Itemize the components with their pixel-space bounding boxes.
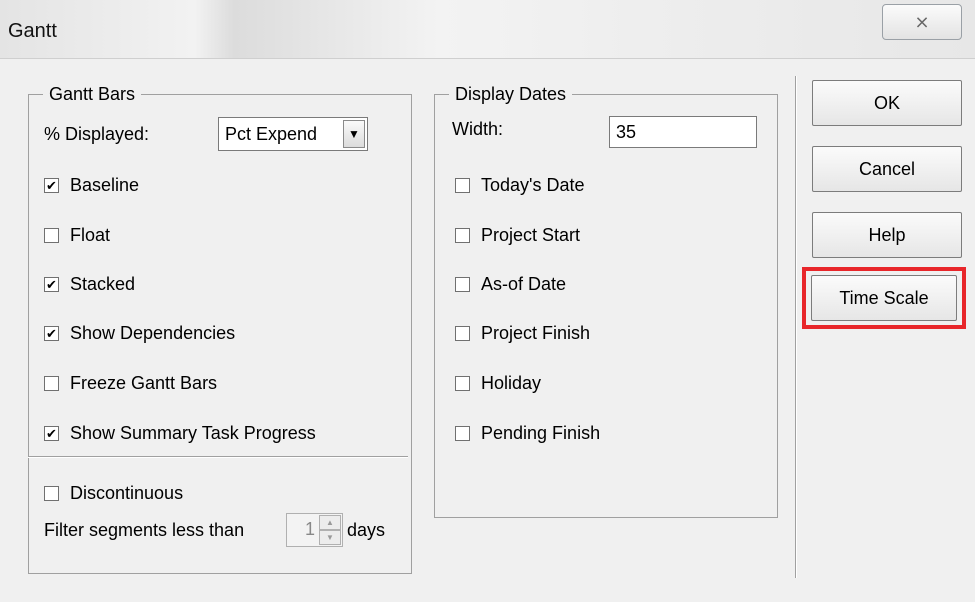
checkbox-box[interactable] — [44, 227, 59, 243]
checkbox-box[interactable]: ✔ — [44, 276, 59, 292]
display-dates-group: Display Dates — [434, 82, 778, 518]
width-input[interactable]: 35 — [609, 116, 757, 148]
checkbox-box[interactable] — [455, 375, 470, 391]
close-button[interactable]: ⨯ — [882, 4, 962, 40]
checkbox-box[interactable]: ✔ — [44, 425, 59, 441]
checkbox-label: Baseline — [70, 174, 140, 195]
checkbox-box[interactable]: ✔ — [44, 177, 59, 193]
title-bar: Gantt ⨯ — [0, 0, 975, 59]
checkbox-label: Project Start — [481, 224, 581, 245]
window-title: Gantt — [8, 20, 57, 42]
filter-segments-label: Filter segments less than — [44, 520, 245, 540]
holiday-checkbox[interactable]: Holiday — [455, 371, 541, 395]
pending-finish-checkbox[interactable]: Pending Finish — [455, 421, 600, 445]
as-of-date-checkbox[interactable]: As-of Date — [455, 272, 566, 296]
width-label: Width: — [452, 119, 504, 139]
checkbox-label: As-of Date — [481, 273, 567, 294]
checkbox-label: Show Dependencies — [70, 322, 236, 343]
gantt-bars-legend: Gantt Bars — [43, 82, 142, 106]
checkbox-label: Freeze Gantt Bars — [70, 372, 218, 393]
baseline-checkbox[interactable]: ✔ Baseline — [44, 173, 139, 197]
pct-displayed-label: % Displayed: — [44, 124, 150, 144]
time-scale-button[interactable]: Time Scale — [811, 275, 957, 321]
checkbox-label: Today's Date — [481, 174, 585, 195]
freeze-gantt-bars-checkbox[interactable]: Freeze Gantt Bars — [44, 371, 217, 395]
show-summary-task-progress-checkbox[interactable]: ✔ Show Summary Task Progress — [44, 421, 316, 445]
project-start-checkbox[interactable]: Project Start — [455, 223, 580, 247]
help-button[interactable]: Help — [812, 212, 962, 258]
dropdown-arrow-icon[interactable]: ▼ — [343, 120, 365, 148]
project-finish-checkbox[interactable]: Project Finish — [455, 321, 590, 345]
button-column-separator — [795, 76, 797, 578]
filter-segments-spinner[interactable]: 1 ▲ ▼ — [286, 513, 343, 547]
checkbox-box[interactable] — [455, 276, 470, 292]
spin-down-icon[interactable]: ▼ — [319, 530, 341, 545]
close-icon: ⨯ — [914, 11, 930, 32]
ok-button[interactable]: OK — [812, 80, 962, 126]
checkbox-box[interactable] — [44, 485, 59, 501]
discontinuous-checkbox[interactable]: Discontinuous — [44, 481, 183, 505]
gantt-bars-separator — [28, 456, 408, 458]
checkbox-box[interactable] — [44, 375, 59, 391]
spin-up-icon[interactable]: ▲ — [319, 515, 341, 530]
checkbox-label: Holiday — [481, 372, 542, 393]
display-dates-legend: Display Dates — [449, 82, 573, 106]
checkbox-label: Discontinuous — [70, 482, 184, 503]
checkbox-label: Project Finish — [481, 322, 591, 343]
todays-date-checkbox[interactable]: Today's Date — [455, 173, 585, 197]
checkbox-box[interactable]: ✔ — [44, 325, 59, 341]
checkbox-box[interactable] — [455, 325, 470, 341]
checkbox-box[interactable] — [455, 227, 470, 243]
filter-segments-value: 1 — [304, 519, 315, 539]
float-checkbox[interactable]: Float — [44, 223, 110, 247]
cancel-button[interactable]: Cancel — [812, 146, 962, 192]
show-dependencies-checkbox[interactable]: ✔ Show Dependencies — [44, 321, 235, 345]
checkbox-box[interactable] — [455, 177, 470, 193]
checkbox-label: Pending Finish — [481, 422, 601, 443]
checkbox-label: Show Summary Task Progress — [70, 422, 316, 443]
pct-displayed-value: Pct Expend — [225, 123, 318, 144]
filter-unit-label: days — [347, 520, 386, 540]
pct-displayed-select[interactable]: Pct Expend ▼ — [218, 117, 368, 151]
checkbox-box[interactable] — [455, 425, 470, 441]
stacked-checkbox[interactable]: ✔ Stacked — [44, 272, 135, 296]
checkbox-label: Float — [70, 224, 111, 245]
checkbox-label: Stacked — [70, 273, 136, 294]
